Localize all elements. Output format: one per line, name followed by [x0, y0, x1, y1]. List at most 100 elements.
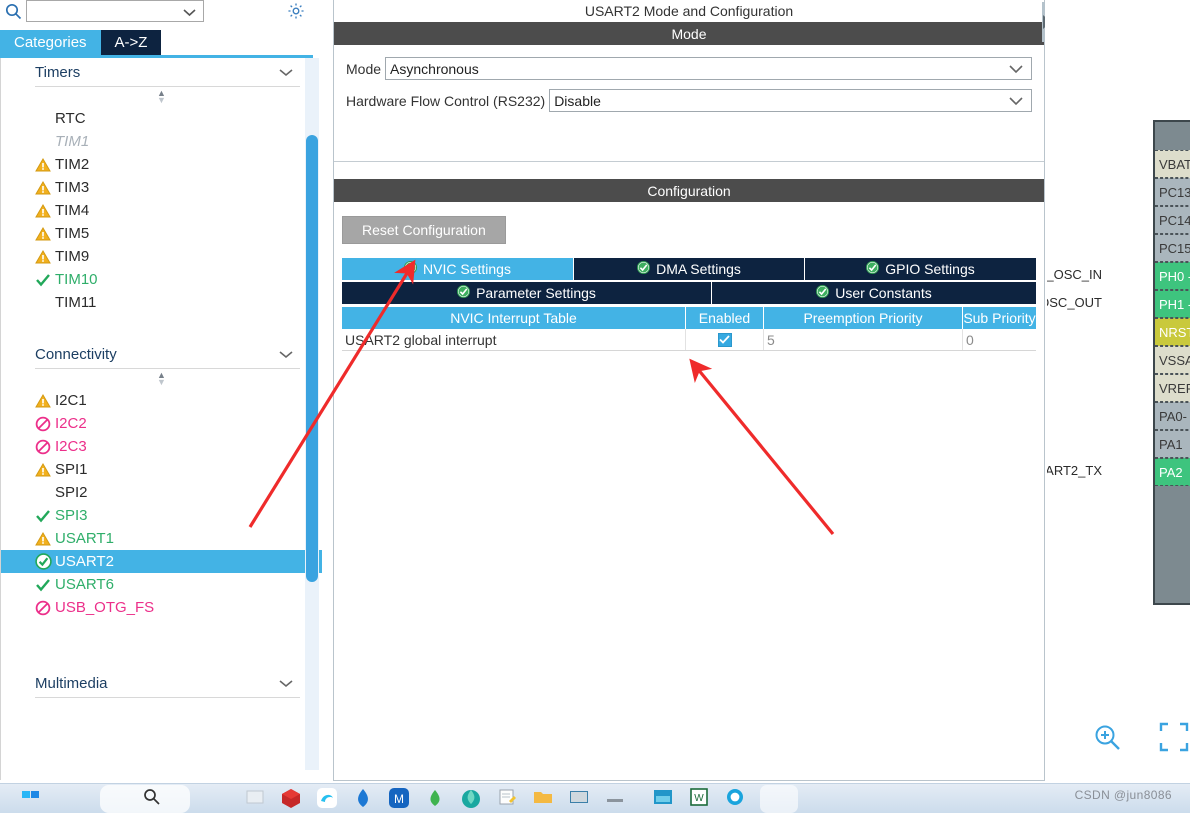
sidebar-group-timers[interactable]: Timers [1, 58, 322, 86]
tab-gpio-settings[interactable]: GPIO Settings [805, 258, 1036, 280]
column-header-sub-priority: Sub Priority [963, 307, 1036, 329]
blocked-icon [35, 416, 51, 431]
sidebar-item-tim9[interactable]: TIM9 [1, 245, 322, 268]
folder-icon[interactable] [532, 787, 554, 811]
search-combobox[interactable] [26, 0, 204, 22]
cell-enabled[interactable] [686, 329, 764, 350]
sidebar-item-label: TIM5 [55, 225, 90, 242]
sidebar-item-tim5[interactable]: TIM5 [1, 222, 322, 245]
scroll-up-spinner[interactable]: ▲ ▼ [1, 87, 322, 107]
hw-flow-control-value: Disable [554, 92, 601, 109]
chip-pin-PA2[interactable]: PA2 [1155, 458, 1190, 486]
chip-pin-PA0[interactable]: PA0- [1155, 402, 1190, 430]
reset-configuration-button[interactable]: Reset Configuration [342, 216, 506, 244]
chip-pin-PC13[interactable]: PC13- [1155, 178, 1190, 206]
tab-ok-icon [404, 261, 418, 274]
chevron-down-icon [278, 64, 294, 81]
sidebar-item-usart1[interactable]: USART1 [1, 527, 322, 550]
sidebar-scrollbar-thumb[interactable] [306, 135, 318, 582]
sidebar-item-usart6[interactable]: USART6 [1, 573, 322, 596]
sidebar-item-i2c3[interactable]: I2C3 [1, 435, 322, 458]
tab-a-to-z[interactable]: A->Z [100, 30, 162, 55]
chip-pin-VSSA[interactable]: VSSA [1155, 346, 1190, 374]
enabled-checkbox[interactable] [717, 332, 732, 347]
sidebar-item-spi3[interactable]: SPI3 [1, 504, 322, 527]
tab-categories[interactable]: Categories [0, 30, 101, 55]
table-row[interactable]: USART2 global interrupt 5 0 [342, 329, 1036, 351]
sidebar-item-tim11[interactable]: TIM11 [1, 291, 322, 314]
hw-flow-control-select[interactable]: Disable [549, 89, 1032, 112]
minimized-window-icon[interactable] [604, 787, 626, 811]
search-taskbar-icon[interactable] [142, 787, 164, 811]
sidebar-item-tim4[interactable]: TIM4 [1, 199, 322, 222]
tab-status-icon [866, 261, 880, 277]
status-check-icon [35, 508, 55, 524]
tab-ok-icon [816, 285, 830, 298]
edge-icon[interactable] [316, 787, 338, 811]
sidebar-item-spi2[interactable]: SPI2 [1, 481, 322, 504]
chip-pin-PH1[interactable]: PH1 - [1155, 290, 1190, 318]
sidebar-search-row [0, 0, 322, 22]
cell-preemption-priority[interactable]: 5 [764, 329, 963, 350]
excel-icon[interactable]: W [688, 787, 710, 811]
sidebar-item-usb_otg_fs[interactable]: USB_OTG_FS [1, 596, 322, 619]
chip-pin-PC14[interactable]: PC14- [1155, 206, 1190, 234]
scroll-up-spinner[interactable]: ▲ ▼ [1, 369, 322, 389]
settings-gear-button[interactable] [284, 0, 308, 22]
zoom-in-button[interactable] [1092, 722, 1122, 757]
tab-parameter-settings[interactable]: Parameter Settings [342, 282, 712, 304]
sidebar-item-i2c2[interactable]: I2C2 [1, 412, 322, 435]
status-okfilled-icon [35, 553, 55, 570]
pin-signal-label-rcc_osc_in: RCC_OSC_IN [1047, 267, 1102, 282]
tab-nvic-settings[interactable]: NVIC Settings [342, 258, 574, 280]
tab-user-constants[interactable]: User Constants [712, 282, 1036, 304]
sidebar-item-tim10[interactable]: TIM10 [1, 268, 322, 291]
sidebar-group-connectivity[interactable]: Connectivity [1, 340, 322, 368]
notepad-icon[interactable] [496, 787, 518, 811]
sidebar-item-spi1[interactable]: SPI1 [1, 458, 322, 481]
redcube-app-icon[interactable] [280, 787, 302, 811]
taskbar-active-app-pill[interactable] [760, 785, 798, 813]
terminal-icon[interactable] [568, 787, 590, 811]
sidebar-item-tim3[interactable]: TIM3 [1, 176, 322, 199]
warning-icon [35, 226, 51, 240]
cell-sub-priority[interactable]: 0 [963, 329, 1036, 350]
chip-pin-PA1[interactable]: PA1 [1155, 430, 1190, 458]
mode-select[interactable]: Asynchronous [385, 57, 1032, 80]
chip-pin-NRST[interactable]: NRST [1155, 318, 1190, 346]
sidebar-item-label: SPI1 [55, 461, 88, 478]
sidebar-item-label: TIM9 [55, 248, 90, 265]
start-icon[interactable] [20, 787, 42, 811]
sidebar-panel-gap [322, 0, 333, 783]
chip-pin-VREF[interactable]: VREF [1155, 374, 1190, 402]
sidebar-item-usart2[interactable]: USART2 [1, 550, 322, 573]
sidebar-item-i2c1[interactable]: I2C1 [1, 389, 322, 412]
search-input[interactable] [27, 2, 177, 20]
keil-app-icon[interactable]: M [388, 787, 410, 811]
status-check-icon [35, 577, 55, 593]
fit-to-screen-icon [1159, 722, 1189, 752]
sidebar-item-label: I2C3 [55, 438, 87, 455]
tab-dma-settings[interactable]: DMA Settings [574, 258, 805, 280]
taskbar-icon-strip: M W [20, 787, 746, 811]
sidebar-item-tim1[interactable]: TIM1 [1, 130, 322, 153]
sidebar-item-tim2[interactable]: TIM2 [1, 153, 322, 176]
teal-app-icon[interactable] [460, 787, 482, 811]
chip-pin-PC15[interactable]: PC15- [1155, 234, 1190, 262]
chip-pin-PH0[interactable]: PH0 - [1155, 262, 1190, 290]
sidebar-group-multimedia[interactable]: Multimedia [1, 669, 322, 697]
timers-peripheral-list: RTC TIM1 TIM2 TIM3 TIM4 TIM5 TIM9 TIM10 TIM11 [1, 107, 322, 314]
mode-and-configuration-panel: USART2 Mode and Configuration Mode Mode … [333, 0, 1045, 781]
vscode-icon[interactable] [652, 787, 674, 811]
fit-to-screen-button[interactable] [1159, 722, 1189, 757]
chip-package: VBATPC13-PC14-PC15-PH0 -PH1 -NRSTVSSAVRE… [1153, 120, 1190, 605]
sidebar-item-label: SPI3 [55, 507, 88, 524]
explorer-icon[interactable] [244, 787, 266, 811]
green-app-icon[interactable] [424, 787, 446, 811]
sidebar-item-rtc[interactable]: RTC [1, 107, 322, 130]
blue-app-icon[interactable] [352, 787, 374, 811]
sidebar-item-label: RTC [55, 110, 86, 127]
sidebar-group-label: Connectivity [35, 345, 117, 363]
chip-pin-VBAT[interactable]: VBAT [1155, 150, 1190, 178]
skype-icon[interactable] [724, 787, 746, 811]
